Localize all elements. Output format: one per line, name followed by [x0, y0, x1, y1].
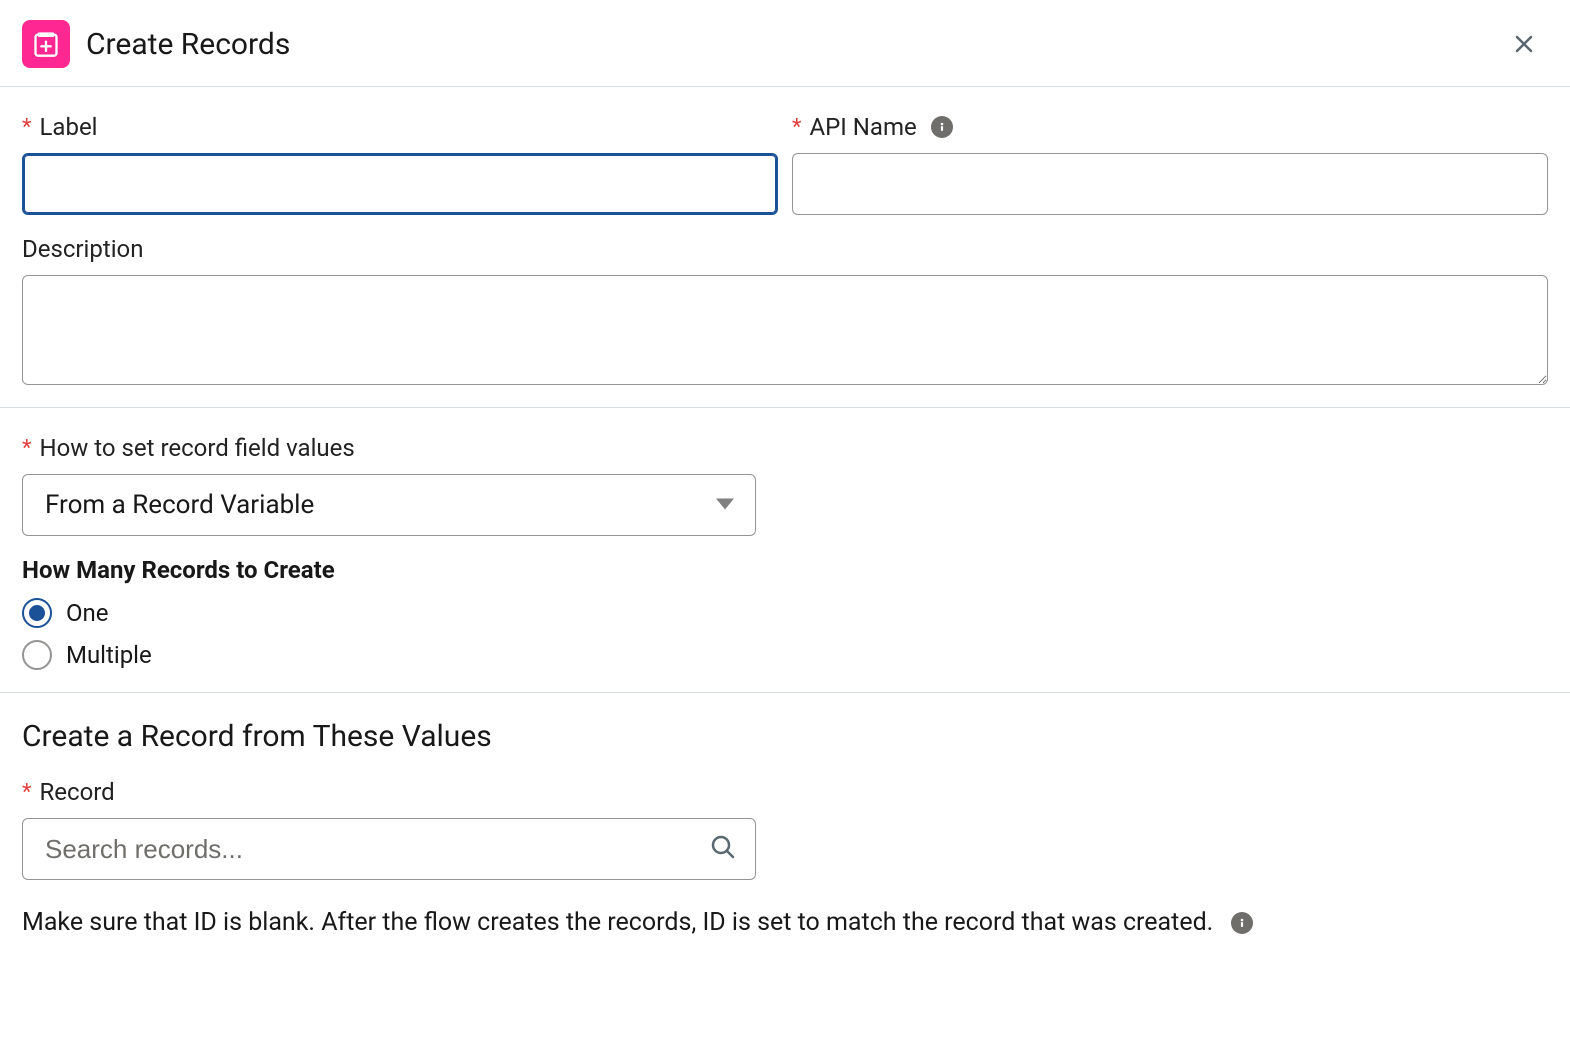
radio-one-label: One — [66, 599, 109, 627]
api-name-field-group: * API Name — [792, 113, 1548, 215]
dialog-header: Create Records — [0, 0, 1570, 87]
required-indicator: * — [22, 115, 31, 140]
radio-unselected-icon — [22, 640, 52, 670]
description-field-group: Description — [22, 235, 1548, 385]
description-text: Description — [22, 235, 144, 263]
label-text: Label — [39, 113, 97, 141]
close-icon — [1512, 32, 1536, 56]
how-to-set-field-group: * How to set record field values From a … — [22, 434, 1548, 536]
create-from-values-section: Create a Record from These Values * Reco… — [0, 693, 1570, 959]
record-field-group: * Record — [22, 778, 1548, 880]
radio-selected-icon — [22, 598, 52, 628]
radio-multiple-label: Multiple — [66, 641, 152, 669]
close-button[interactable] — [1508, 28, 1540, 60]
required-indicator: * — [792, 115, 801, 140]
how-to-set-text: How to set record field values — [39, 434, 354, 462]
config-section: * How to set record field values From a … — [0, 408, 1570, 693]
how-many-radio-group: One Multiple — [22, 598, 1548, 670]
required-indicator: * — [22, 780, 31, 805]
description-textarea[interactable] — [22, 275, 1548, 385]
info-icon[interactable] — [1231, 912, 1253, 934]
info-icon[interactable] — [931, 116, 953, 138]
description-field-label: Description — [22, 235, 1548, 263]
create-from-values-heading: Create a Record from These Values — [22, 719, 1548, 754]
help-text-row: Make sure that ID is blank. After the fl… — [22, 908, 1548, 937]
record-text: Record — [39, 778, 114, 806]
record-search-wrap — [22, 818, 756, 880]
label-field-group: * Label — [22, 113, 778, 215]
dialog-title: Create Records — [86, 27, 290, 62]
how-to-set-label: * How to set record field values — [22, 434, 1548, 462]
record-field-label: * Record — [22, 778, 1548, 806]
radio-multiple[interactable]: Multiple — [22, 640, 1548, 670]
create-records-icon — [22, 20, 70, 68]
how-to-set-select-wrap: From a Record Variable — [22, 474, 756, 536]
how-many-heading: How Many Records to Create — [22, 556, 1548, 584]
record-search-input[interactable] — [22, 818, 756, 880]
label-field-label: * Label — [22, 113, 778, 141]
required-indicator: * — [22, 436, 31, 461]
api-name-field-label: * API Name — [792, 113, 1548, 141]
how-to-set-selected: From a Record Variable — [45, 490, 314, 520]
basic-info-section: * Label * API Name Description — [0, 87, 1570, 408]
api-name-input[interactable] — [792, 153, 1548, 215]
how-to-set-select[interactable]: From a Record Variable — [22, 474, 756, 536]
help-text: Make sure that ID is blank. After the fl… — [22, 908, 1213, 937]
api-name-text: API Name — [809, 113, 916, 141]
radio-one[interactable]: One — [22, 598, 1548, 628]
label-input[interactable] — [22, 153, 778, 215]
